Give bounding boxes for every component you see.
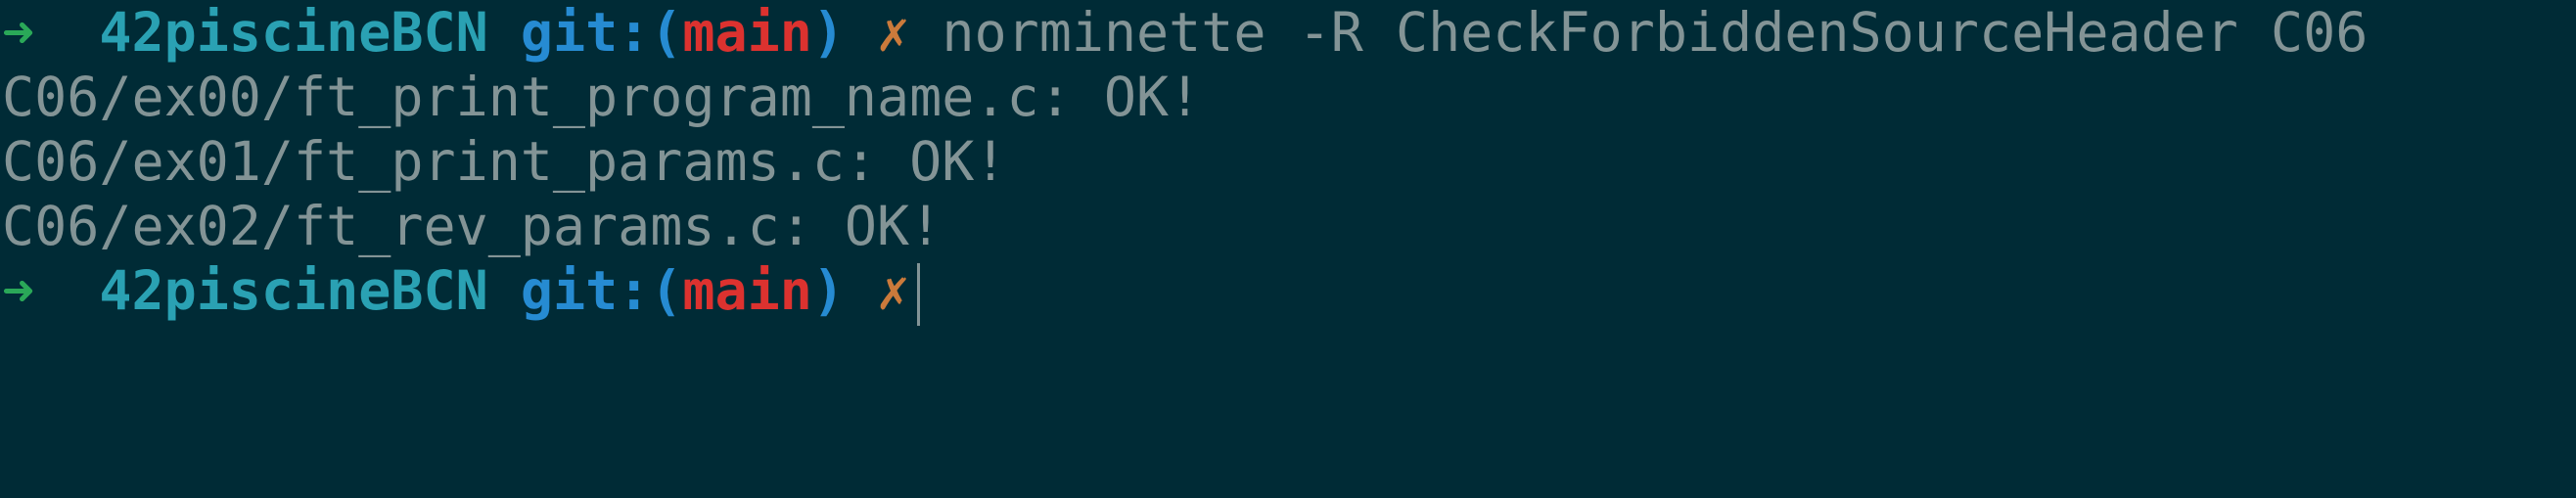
prompt-close-paren: ) bbox=[811, 259, 845, 322]
prompt-git-label: git: bbox=[520, 1, 651, 64]
prompt-git-label: git: bbox=[520, 259, 651, 322]
prompt-open-paren: ( bbox=[650, 1, 683, 64]
prompt-dirty-icon: ✗ bbox=[877, 1, 910, 64]
output-line-2: C06/ex01/ft_print_params.c: OK! bbox=[2, 130, 1007, 193]
output-line-1: C06/ex00/ft_print_program_name.c: OK! bbox=[2, 66, 1202, 128]
prompt-close-paren: ) bbox=[811, 1, 845, 64]
prompt-dirty-icon: ✗ bbox=[877, 259, 910, 322]
prompt-directory: 42piscineBCN bbox=[99, 259, 488, 322]
prompt-line-2[interactable]: ➜ 42piscineBCN git:(main) ✗ bbox=[0, 258, 2576, 326]
text-cursor[interactable] bbox=[917, 262, 921, 326]
command-text: norminette -R CheckForbiddenSourceHeader… bbox=[942, 1, 2369, 64]
prompt-arrow-icon: ➜ bbox=[2, 1, 35, 64]
terminal-window[interactable]: ➜ 42piscineBCN git:(main) ✗ norminette -… bbox=[0, 0, 2576, 498]
prompt-directory: 42piscineBCN bbox=[99, 1, 488, 64]
prompt-line-1: ➜ 42piscineBCN git:(main) ✗ norminette -… bbox=[0, 0, 2576, 65]
prompt-branch: main bbox=[682, 1, 812, 64]
prompt-open-paren: ( bbox=[650, 259, 683, 322]
prompt-branch: main bbox=[682, 259, 812, 322]
output-line-3: C06/ex02/ft_rev_params.c: OK! bbox=[2, 195, 943, 257]
prompt-arrow-icon: ➜ bbox=[2, 259, 35, 322]
